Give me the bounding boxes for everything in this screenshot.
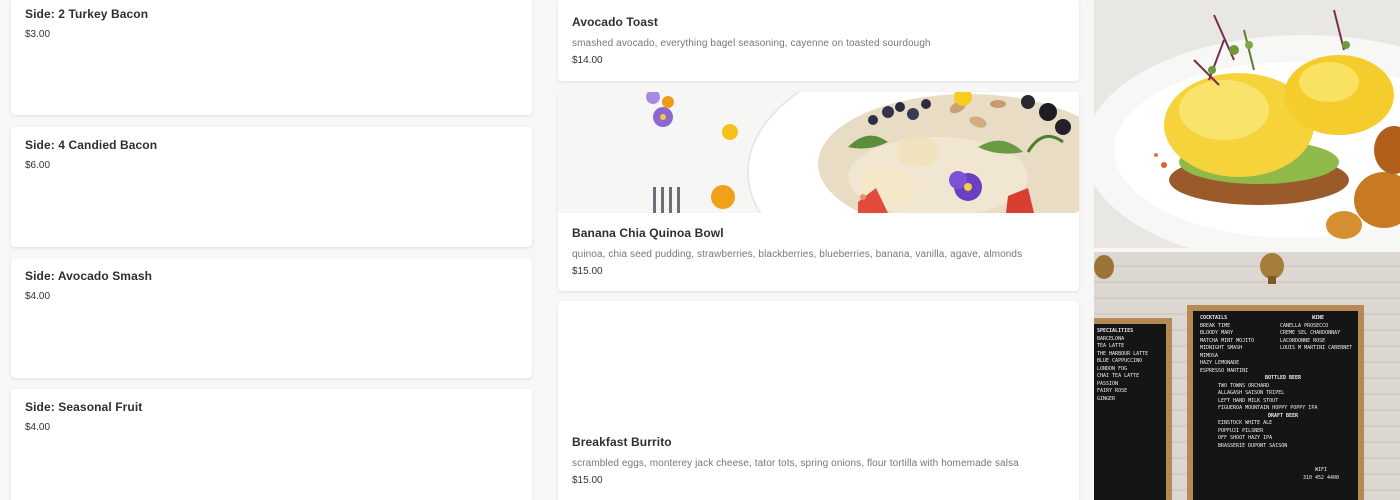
- board-line: POPFUJI PILSNER: [1218, 427, 1264, 434]
- board-line: MIDNIGHT SMASH: [1200, 345, 1243, 351]
- board-line: GINGER: [1097, 395, 1116, 402]
- board-line: THE HARBOUR LATTE: [1097, 350, 1149, 357]
- menu-item-card[interactable]: Breakfast Burrito scrambled eggs, monter…: [558, 301, 1079, 500]
- menu-board-photo: SPECIALITIES BARCELONA TEA LATTE THE HAR…: [1094, 252, 1400, 500]
- menu-item-name: Side: 2 Turkey Bacon: [25, 7, 149, 21]
- board-line: BARCELONA: [1097, 335, 1125, 342]
- board-heading: WINE: [1311, 315, 1325, 321]
- menu-item-price: $4.00: [25, 422, 51, 433]
- menu-item-price: $14.00: [572, 55, 603, 66]
- menu-item-description: smashed avocado, everything bagel season…: [572, 38, 931, 49]
- board-line: BRASSERIE DUPONT SAISON: [1218, 442, 1288, 449]
- board-line: EINSTOCK WHITE ALE: [1218, 420, 1273, 426]
- menu-item-name: Side: Seasonal Fruit: [25, 400, 143, 414]
- board-line: LACORDONNE ROSE: [1280, 337, 1326, 344]
- board-line: FAIRY ROSE: [1097, 388, 1128, 394]
- menu-item-name: Side: Avocado Smash: [25, 269, 153, 283]
- quinoa-bowl-photo: [558, 92, 1079, 213]
- eggs-benedict-photo: [1094, 0, 1400, 248]
- board-line: CANELLA PROSECCO: [1280, 322, 1329, 329]
- menu-item-price: $6.00: [25, 160, 51, 171]
- board-line: TWO TOWNS ORCHARD: [1218, 382, 1270, 389]
- board-line: FIGUEROA MOUNTAIN HOPPY POPPY IPA: [1218, 405, 1318, 411]
- board-heading: BOTTLED BEER: [1264, 375, 1302, 381]
- menu-item-price: $4.00: [25, 291, 51, 302]
- menu-item-card[interactable]: Banana Chia Quinoa Bowl quinoa, chia see…: [558, 92, 1079, 291]
- menu-item-name: Breakfast Burrito: [572, 435, 672, 449]
- wifi-number: 310 452 4400: [1302, 474, 1340, 481]
- menu-item-description: quinoa, chia seed pudding, strawberries,…: [572, 249, 1023, 260]
- board-heading: COCKTAILS: [1200, 315, 1228, 321]
- menu-board-right: COCKTAILS BREAK TIME BLOODY MARY MATCHA …: [1198, 315, 1356, 500]
- wifi-label: WIFI: [1314, 467, 1328, 473]
- menu-item-card[interactable]: Side: 2 Turkey Bacon $3.00: [11, 0, 532, 115]
- board-line: PASSION: [1097, 380, 1119, 387]
- board-line: LONDON FOG: [1097, 365, 1128, 372]
- board-line: TEA LATTE: [1097, 343, 1125, 349]
- board-line: MATCHA MINT MOJITO: [1200, 337, 1255, 344]
- board-line: ESPRESSO MARTINI: [1200, 367, 1249, 374]
- menu-item-name: Avocado Toast: [572, 15, 658, 29]
- board-line: LOUIS M MARTINI CABERNET: [1280, 345, 1353, 351]
- menu-item-card[interactable]: Side: Avocado Smash $4.00: [11, 258, 532, 378]
- board-heading: SPECIALITIES: [1097, 328, 1134, 334]
- menu-board-left: SPECIALITIES BARCELONA TEA LATTE THE HAR…: [1097, 328, 1165, 403]
- board-line: LEFT HAND MILK STOUT: [1218, 397, 1279, 404]
- menu-item-card[interactable]: Side: Seasonal Fruit $4.00: [11, 389, 532, 500]
- board-line: BLOODY MARY: [1200, 330, 1234, 336]
- menu-item-card[interactable]: Avocado Toast smashed avocado, everythin…: [558, 0, 1079, 81]
- board-line: OFF SHOOT HAZY IPA: [1218, 435, 1273, 441]
- menu-item-card[interactable]: Side: 4 Candied Bacon $6.00: [11, 127, 532, 247]
- board-line: CREME SEL CHARDONNAY: [1280, 330, 1341, 336]
- menu-item-name: Banana Chia Quinoa Bowl: [572, 226, 724, 240]
- board-line: HAZY LEMONADE: [1200, 360, 1240, 366]
- board-heading: DRAFT BEER: [1267, 412, 1299, 419]
- board-line: ALLAGASH SAISON TRIPEL: [1218, 390, 1285, 396]
- menu-item-price: $15.00: [572, 266, 603, 277]
- menu-item-price: $3.00: [25, 29, 51, 40]
- menu-item-description: scrambled eggs, monterey jack cheese, ta…: [572, 458, 1019, 469]
- menu-item-name: Side: 4 Candied Bacon: [25, 138, 158, 152]
- board-line: MIMOSA: [1200, 352, 1219, 359]
- board-line: BREAK TIME: [1200, 322, 1231, 329]
- menu-item-price: $15.00: [572, 475, 603, 486]
- board-line: BLUE CAPPUCCINO: [1097, 358, 1143, 364]
- board-line: CHAI TEA LATTE: [1097, 373, 1140, 379]
